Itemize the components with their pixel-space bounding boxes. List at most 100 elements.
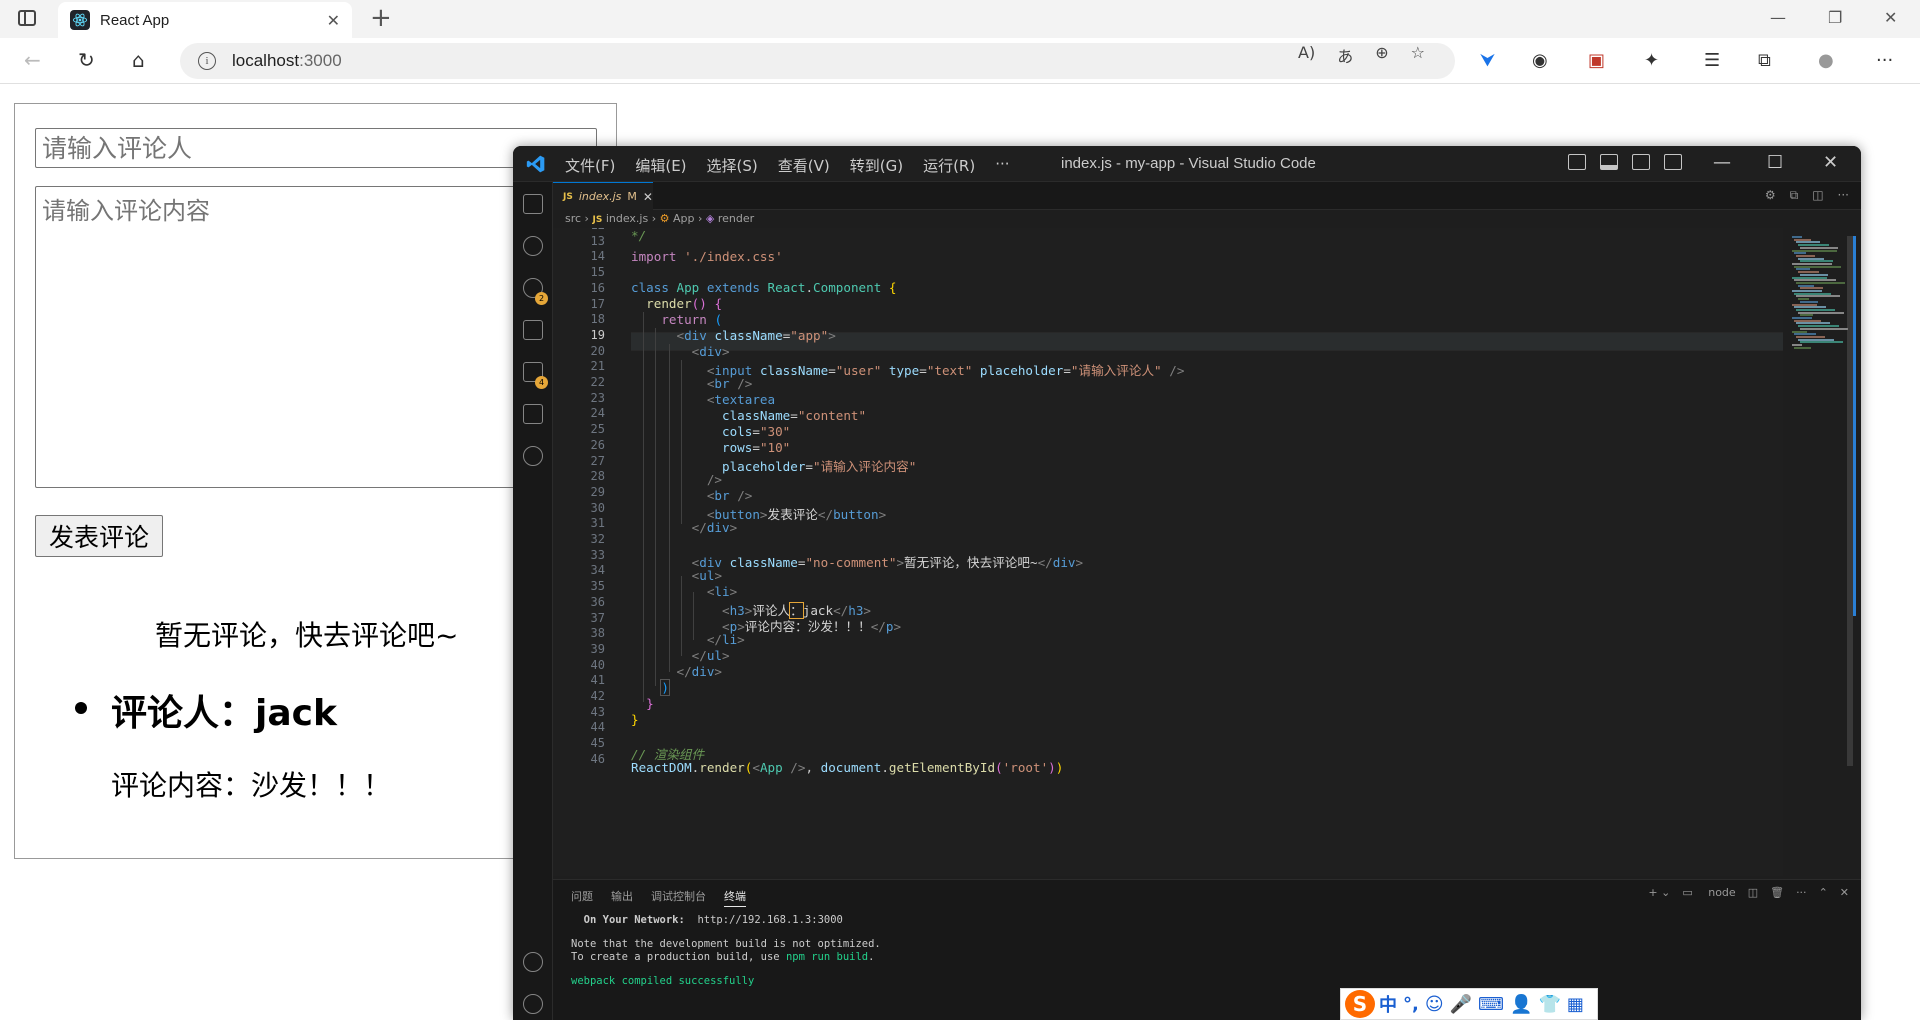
menu-go[interactable]: 转到(G) (850, 155, 903, 176)
code-editor[interactable]: 1213141516171819202122232425262728293031… (553, 228, 1783, 876)
ime-menu-icon[interactable]: ▦ (1567, 994, 1584, 1015)
code-line-23: <textarea (706, 392, 776, 407)
minimap-line (1798, 244, 1829, 247)
url-box[interactable]: i localhost:3000 A) あ ⊕ ☆ (180, 43, 1455, 79)
run-debug-icon[interactable] (523, 320, 543, 340)
ime-punctuation-icon[interactable]: °, (1403, 994, 1419, 1015)
panel-more-icon[interactable]: ··· (1796, 886, 1807, 899)
accounts-icon[interactable] (523, 952, 543, 972)
toggle-primary-sidebar-icon[interactable] (1568, 154, 1586, 170)
translate-icon[interactable]: あ (1337, 43, 1353, 67)
search-icon[interactable] (523, 236, 543, 256)
minimap-line (1800, 341, 1843, 344)
minimize-icon[interactable]: — (1770, 8, 1786, 27)
toggle-panel-icon[interactable] (1600, 154, 1618, 170)
vscode-maximize-icon[interactable]: ☐ (1767, 152, 1783, 173)
editor-more-icon[interactable]: ··· (1838, 188, 1849, 203)
ime-toolbar[interactable]: S 中 °, ☺ 🎤 ⌨ 👤 👕 ▦ (1340, 988, 1598, 1020)
menu-run[interactable]: 运行(R) (923, 155, 975, 176)
refresh-icon[interactable]: ↻ (78, 48, 95, 72)
browser-tab-bar: React App ✕ + — ❐ ✕ (0, 0, 1920, 38)
minimap-line (1798, 298, 1809, 301)
ime-user-icon[interactable]: 👤 (1510, 994, 1532, 1015)
ime-mode[interactable]: 中 (1379, 991, 1397, 1017)
line-number: 23 (590, 390, 605, 405)
line-number: 31 (590, 516, 605, 531)
new-tab-icon[interactable]: + (370, 5, 392, 31)
ime-emoji-icon[interactable]: ☺ (1425, 994, 1444, 1015)
extensions-icon[interactable]: ✦ (1644, 50, 1659, 71)
minimap-line (1800, 246, 1838, 249)
extension-red-icon[interactable]: ▣ (1588, 50, 1605, 71)
favorite-add-icon[interactable]: ☆ (1411, 43, 1425, 67)
terminal-compiled-line: webpack compiled successfully (571, 975, 755, 987)
split-editor-icon[interactable]: ◫ (1812, 188, 1823, 203)
editor-tab-index-js[interactable]: JS index.js M ✕ (553, 182, 653, 210)
minimap-line (1794, 292, 1831, 295)
maximize-panel-icon[interactable]: ⌃ (1819, 886, 1828, 899)
debug-icon[interactable]: ⚙ (1765, 188, 1776, 203)
profile-avatar-icon[interactable]: ● (1818, 50, 1834, 71)
code-line-31: </div> (691, 520, 738, 535)
line-number: 46 (590, 751, 605, 766)
submit-comment-button[interactable]: 发表评论 (35, 515, 163, 557)
terminal-node[interactable]: ▭ node (1682, 886, 1735, 899)
line-number: 37 (590, 610, 605, 625)
ime-voice-icon[interactable]: 🎤 (1450, 994, 1472, 1015)
panel-tab-problems[interactable]: 问题 (571, 888, 593, 907)
minimap-line (1794, 319, 1821, 322)
remote-explorer-icon[interactable] (523, 404, 543, 424)
home-icon[interactable]: ⌂ (132, 48, 145, 72)
open-changes-icon[interactable]: ⧉ (1790, 188, 1799, 203)
line-number: 13 (590, 233, 605, 248)
vscode-close-icon[interactable]: ✕ (1823, 152, 1838, 173)
kill-terminal-icon[interactable]: 🗑 (1770, 886, 1784, 899)
more-menu-icon[interactable]: ··· (1876, 50, 1893, 71)
collections-icon[interactable]: ⧉ (1758, 50, 1771, 71)
menu-file[interactable]: 文件(F) (565, 155, 615, 176)
editor-tab-close-icon[interactable]: ✕ (643, 190, 653, 204)
minimap-line (1800, 314, 1813, 317)
menu-view[interactable]: 查看(V) (778, 155, 830, 176)
close-window-icon[interactable]: ✕ (1884, 8, 1897, 27)
no-comment-text: 暂无评论，快去评论吧~ (155, 619, 459, 652)
code-line-20: <div> (691, 344, 730, 359)
minimap-line (1798, 284, 1814, 287)
browser-tab-react-app[interactable]: React App ✕ (58, 2, 352, 38)
panel-tab-debug-console[interactable]: 调试控制台 (651, 888, 706, 907)
extension-tampermonkey-icon[interactable]: ◉ (1532, 50, 1548, 71)
toggle-secondary-sidebar-icon[interactable] (1632, 154, 1650, 170)
manage-gear-icon[interactable] (523, 994, 543, 1014)
favorites-icon[interactable]: ☰ (1704, 50, 1720, 71)
restore-icon[interactable]: ❐ (1828, 8, 1842, 27)
line-number: 19 (590, 327, 605, 342)
back-icon[interactable]: ← (24, 48, 41, 72)
explorer-icon[interactable] (523, 194, 543, 214)
panel-tab-terminal[interactable]: 终端 (724, 888, 746, 907)
customize-layout-icon[interactable] (1664, 154, 1682, 170)
tab-close-icon[interactable]: ✕ (327, 11, 340, 30)
site-info-icon[interactable]: i (198, 52, 216, 70)
code-line-41: ) (660, 679, 670, 696)
chatgpt-icon[interactable] (523, 446, 543, 466)
new-terminal-icon[interactable]: + ⌄ (1648, 886, 1670, 899)
minimap-line (1796, 254, 1815, 257)
split-terminal-icon[interactable]: ◫ (1748, 886, 1758, 899)
vscode-logo-icon (526, 155, 545, 173)
ime-skin-icon[interactable]: 👕 (1538, 994, 1560, 1015)
tab-title: React App (100, 11, 170, 29)
menu-edit[interactable]: 编辑(E) (635, 155, 686, 176)
menu-selection[interactable]: 选择(S) (707, 155, 758, 176)
line-number: 34 (590, 563, 605, 578)
vscode-minimize-icon[interactable]: — (1713, 152, 1731, 173)
extension-download-icon[interactable]: ⮟ (1480, 50, 1495, 71)
close-panel-icon[interactable]: ✕ (1840, 886, 1849, 899)
ime-keyboard-icon[interactable]: ⌨ (1478, 994, 1504, 1015)
panel-tab-output[interactable]: 输出 (611, 888, 633, 907)
read-aloud-icon[interactable]: A) (1298, 43, 1315, 67)
extensions-badge: 4 (535, 376, 548, 389)
sidebar-toggle-icon[interactable] (18, 10, 36, 26)
zoom-icon[interactable]: ⊕ (1375, 43, 1388, 67)
comment-author: 评论人：jack (111, 693, 337, 734)
menu-more[interactable]: ··· (995, 155, 1009, 176)
